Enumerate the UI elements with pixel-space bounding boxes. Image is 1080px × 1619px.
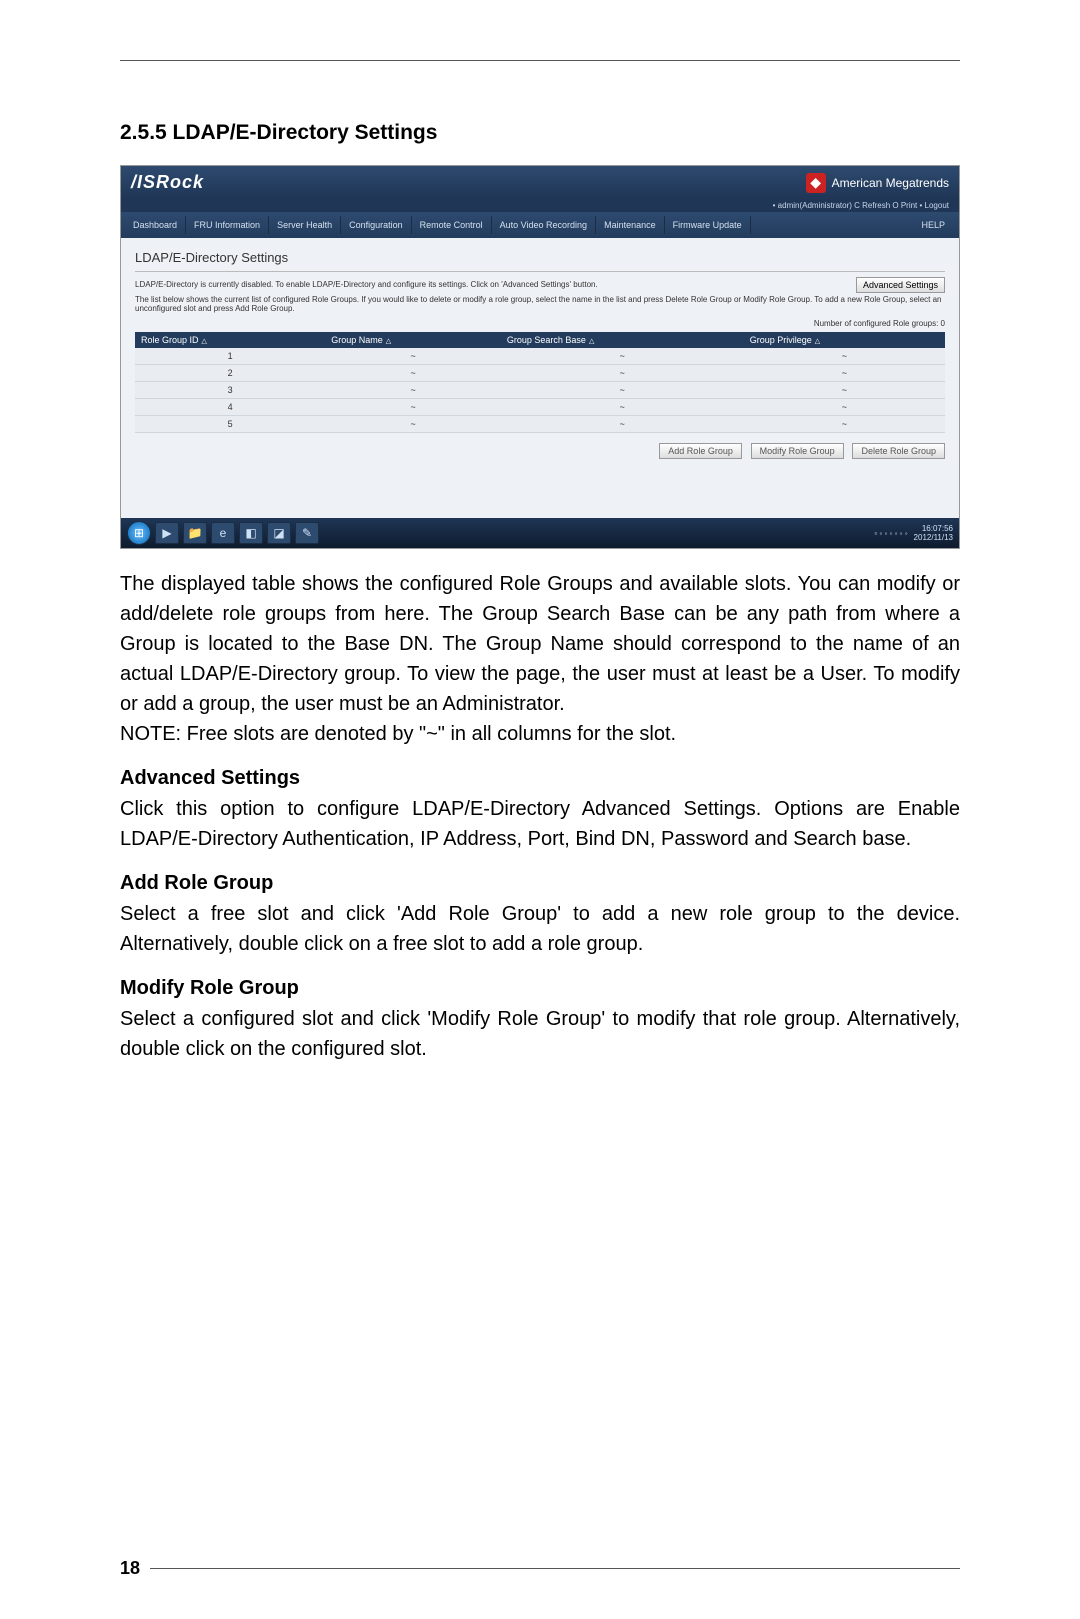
doc-paragraph-mod: Select a configured slot and click 'Modi… [120,1004,960,1064]
heading-modify-role-group: Modify Role Group [120,977,960,1000]
ie-icon[interactable]: e [211,522,235,544]
doc-paragraph-1: The displayed table shows the configured… [120,569,960,749]
footer-rule [150,1568,960,1569]
top-rule [120,60,960,61]
nav-maintenance[interactable]: Maintenance [596,216,665,234]
col-group-privilege[interactable]: Group Privilege△ [744,332,945,348]
tray-icons: ▫ ◦ ◦ ◦ ◦ ◦ ◦ [874,529,907,538]
page-number: 18 [120,1558,140,1579]
app-icon-2[interactable]: ◪ [267,522,291,544]
section-title: 2.5.5 LDAP/E-Directory Settings [120,121,960,145]
page-body: LDAP/E-Directory Settings LDAP/E-Directo… [121,238,959,518]
clock: 16:07:56 2012/11/13 [914,524,953,542]
tray: ▫ ◦ ◦ ◦ ◦ ◦ ◦ 16:07:56 2012/11/13 [874,524,953,542]
group-count-label: Number of configured Role groups: 0 [135,319,945,328]
nav-fru[interactable]: FRU Information [186,216,269,234]
brand-label: ◆ American Megatrends [806,173,949,193]
role-groups-table: Role Group ID△ Group Name△ Group Search … [135,332,945,433]
heading-advanced-settings: Advanced Settings [120,767,960,790]
nav-auto-video[interactable]: Auto Video Recording [492,216,596,234]
nav-remote-control[interactable]: Remote Control [412,216,492,234]
explorer-icon[interactable]: ▶ [155,522,179,544]
taskbar: ⊞ ▶ 📁 e ◧ ◪ ✎ ▫ ◦ ◦ ◦ ◦ ◦ ◦ 16:07:56 201… [121,518,959,548]
add-role-group-button[interactable]: Add Role Group [659,443,742,459]
am-logo-icon: ◆ [806,173,826,193]
asrock-logo: /ISRock [131,172,806,193]
col-role-group-id[interactable]: Role Group ID△ [135,332,325,348]
modify-role-group-button[interactable]: Modify Role Group [751,443,844,459]
brand-text: American Megatrends [832,176,949,190]
col-group-search-base[interactable]: Group Search Base△ [501,332,744,348]
table-row[interactable]: 3~~~ [135,382,945,399]
table-row[interactable]: 4~~~ [135,399,945,416]
table-row[interactable]: 1~~~ [135,348,945,365]
page-desc-2: The list below shows the current list of… [135,295,945,313]
page-desc-1: LDAP/E-Directory is currently disabled. … [135,280,945,289]
nav-firmware-update[interactable]: Firmware Update [665,216,751,234]
table-row[interactable]: 2~~~ [135,365,945,382]
help-link[interactable]: HELP [911,216,955,234]
doc-paragraph-add: Select a free slot and click 'Add Role G… [120,899,960,959]
folder-icon[interactable]: 📁 [183,522,207,544]
nav-configuration[interactable]: Configuration [341,216,412,234]
embedded-screenshot: /ISRock ◆ American Megatrends • admin(Ad… [120,165,960,549]
user-topbar: • admin(Administrator) C Refresh O Print… [121,199,959,212]
heading-add-role-group: Add Role Group [120,872,960,895]
app-icon-1[interactable]: ◧ [239,522,263,544]
delete-role-group-button[interactable]: Delete Role Group [852,443,945,459]
main-nav: Dashboard FRU Information Server Health … [121,212,959,238]
col-group-name[interactable]: Group Name△ [325,332,501,348]
advanced-settings-button[interactable]: Advanced Settings [856,277,945,293]
table-row[interactable]: 5~~~ [135,416,945,433]
table-actions: Add Role Group Modify Role Group Delete … [135,443,945,459]
page-footer: 18 [120,1558,960,1579]
start-icon[interactable]: ⊞ [127,521,151,545]
page-title: LDAP/E-Directory Settings [135,250,945,272]
nav-dashboard[interactable]: Dashboard [125,216,186,234]
doc-paragraph-adv: Click this option to configure LDAP/E-Di… [120,794,960,854]
nav-server-health[interactable]: Server Health [269,216,341,234]
app-icon-3[interactable]: ✎ [295,522,319,544]
app-header: /ISRock ◆ American Megatrends [121,166,959,199]
